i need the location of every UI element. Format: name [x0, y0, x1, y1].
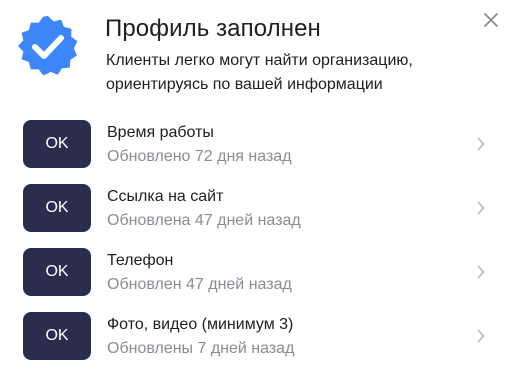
- profile-items-list: OK Время работы Обновлено 72 дня назад O…: [23, 120, 495, 376]
- verified-check-badge-icon: [16, 14, 80, 78]
- page-title: Профиль заполнен: [105, 15, 321, 42]
- ok-button[interactable]: OK: [23, 120, 91, 168]
- chevron-right-icon[interactable]: [476, 265, 486, 279]
- item-title: Время работы: [107, 124, 214, 141]
- chevron-right-icon[interactable]: [476, 201, 486, 215]
- close-icon[interactable]: [480, 9, 502, 31]
- item-updated: Обновлен 47 дней назад: [107, 276, 292, 293]
- item-title: Ссылка на сайт: [107, 188, 224, 205]
- item-updated: Обновлено 72 дня назад: [107, 148, 292, 165]
- item-updated: Обновлена 47 дней назад: [107, 212, 301, 229]
- list-item-hours[interactable]: OK Время работы Обновлено 72 дня назад: [23, 120, 495, 168]
- list-item-photo-video[interactable]: OK Фото, видео (минимум 3) Обновлены 7 д…: [23, 312, 495, 360]
- item-updated: Обновлены 7 дней назад: [107, 340, 295, 357]
- subtitle-line: Клиенты легко могут найти организацию,: [106, 52, 413, 69]
- item-title: Фото, видео (минимум 3): [107, 316, 294, 333]
- chevron-right-icon[interactable]: [476, 137, 486, 151]
- list-item-website[interactable]: OK Ссылка на сайт Обновлена 47 дней наза…: [23, 184, 495, 232]
- page-subtitle: Клиенты легко могут найти организацию, о…: [106, 49, 436, 97]
- profile-complete-panel: Профиль заполнен Клиенты легко могут най…: [0, 0, 509, 384]
- subtitle-line: ориентируясь по вашей информации: [106, 76, 383, 93]
- item-title: Телефон: [107, 252, 174, 269]
- ok-button[interactable]: OK: [23, 312, 91, 360]
- chevron-right-icon[interactable]: [476, 329, 486, 343]
- ok-button[interactable]: OK: [23, 248, 91, 296]
- ok-button[interactable]: OK: [23, 184, 91, 232]
- list-item-phone[interactable]: OK Телефон Обновлен 47 дней назад: [23, 248, 495, 296]
